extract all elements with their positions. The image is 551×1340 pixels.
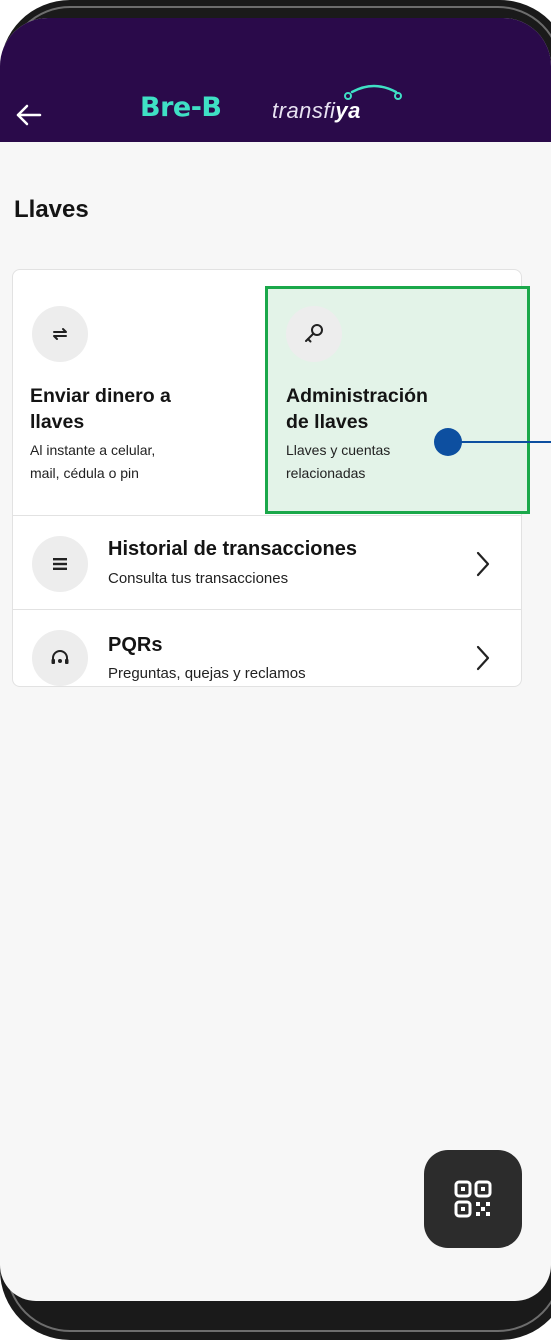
history-subtitle: Consulta tus transacciones: [108, 570, 289, 587]
tile-send-money-sub: Al instante a celular,: [30, 442, 156, 458]
annotation-line: [460, 441, 551, 443]
pqrs-subtitle: Preguntas, quejas y reclamos: [108, 665, 306, 682]
key-icon: [305, 324, 323, 343]
pqrs-icon-wrap: [32, 630, 88, 686]
history-icon-wrap: [32, 536, 88, 592]
page-title: Llaves: [14, 196, 89, 223]
chevron-right-icon: [476, 551, 490, 577]
divider: [12, 609, 521, 610]
tile-key-management-title-2: de llaves: [286, 411, 369, 433]
swap-arrows-icon: [53, 328, 67, 340]
tile-key-management-title: Administración: [286, 385, 428, 407]
tile-send-money-icon-wrap: [32, 306, 88, 362]
list-icon: [53, 558, 67, 570]
chevron-right-icon: [476, 645, 490, 671]
app-header: Bre-B transfiya: [0, 18, 551, 142]
qr-scan-button[interactable]: [424, 1150, 522, 1248]
arrow-left-icon: [16, 104, 42, 126]
qr-code-icon: [454, 1180, 492, 1218]
tile-send-money-title: Enviar dinero a: [30, 385, 171, 407]
back-button[interactable]: [14, 100, 44, 130]
pqrs-title: PQRs: [108, 634, 163, 656]
tile-key-management-icon-wrap: [286, 306, 342, 362]
annotation-dot: [434, 428, 462, 456]
support-headset-icon: [51, 650, 69, 664]
tile-key-management-sub: Llaves y cuentas: [286, 442, 391, 458]
tile-key-management-sub-2: relacionadas: [286, 465, 366, 481]
history-title: Historial de transacciones: [108, 538, 357, 560]
transfiya-arc-icon: [344, 84, 402, 100]
tile-send-money-sub-2: mail, cédula o pin: [30, 465, 139, 481]
tile-send-money-title-2: llaves: [30, 411, 85, 433]
transfiya-logo-a: transfi: [272, 98, 336, 123]
divider: [12, 515, 521, 516]
breb-logo: Bre-B: [140, 92, 222, 123]
